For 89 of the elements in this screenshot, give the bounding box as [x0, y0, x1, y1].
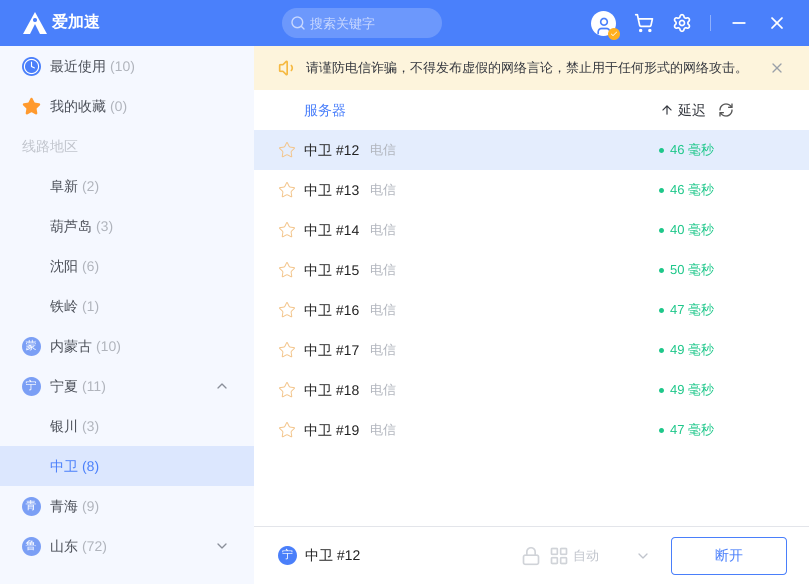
item-count: (8): [82, 456, 100, 476]
latency-value: 46 毫秒: [670, 141, 714, 160]
item-label: 山东: [50, 536, 78, 556]
sidebar-item[interactable]: 我的收藏 (0): [0, 86, 254, 126]
clock-icon: [22, 56, 40, 76]
item-label: 银川: [50, 416, 78, 436]
sidebar-item[interactable]: 铁岭 (1): [0, 286, 254, 326]
sidebar-item[interactable]: 银川 (3): [0, 406, 254, 446]
region-badge: 鲁: [22, 536, 40, 556]
item-label: 沈阳: [50, 256, 78, 276]
latency-value: 46 毫秒: [670, 181, 714, 200]
sidebar-item[interactable]: 阜新 (2): [0, 166, 254, 206]
refresh-icon[interactable]: [718, 102, 734, 118]
sidebar-item[interactable]: 宁 宁夏 (11): [0, 366, 254, 406]
sidebar-item[interactable]: 葫芦岛 (3): [0, 206, 254, 246]
region-badge: 蒙: [22, 336, 40, 356]
latency-value: 40 毫秒: [670, 221, 714, 240]
item-label: 阜新: [50, 176, 78, 196]
region-badge: 宁: [278, 546, 297, 565]
item-count: (0): [110, 96, 128, 116]
latency-value: 47 毫秒: [670, 301, 714, 320]
search-icon: [290, 15, 306, 31]
item-label: 葫芦岛: [50, 216, 92, 236]
isp-label: 电信: [370, 381, 397, 400]
cart-icon[interactable]: [634, 13, 654, 33]
server-name: 中卫 #15: [304, 260, 360, 280]
sidebar-item[interactable]: 青 青海 (9): [0, 486, 254, 526]
grid-icon: [549, 546, 569, 566]
isp-label: 电信: [370, 181, 397, 200]
notice-text: 请谨防电信诈骗，不得发布虚假的网络言论，禁止用于任何形式的网络攻击。: [306, 59, 749, 78]
item-count: (1): [82, 296, 100, 316]
isp-label: 电信: [370, 141, 397, 160]
isp-label: 电信: [370, 301, 397, 320]
item-count: (3): [96, 216, 114, 236]
item-label: 青海: [50, 496, 78, 516]
sidebar-item[interactable]: 鲁 山东 (72): [0, 526, 254, 566]
star-icon[interactable]: [278, 381, 296, 399]
isp-label: 电信: [370, 221, 397, 240]
item-label: 最近使用: [50, 56, 106, 76]
latency-value: 50 毫秒: [670, 261, 714, 280]
server-name: 中卫 #19: [304, 420, 360, 440]
item-count: (9): [82, 496, 100, 516]
item-count: (10): [110, 56, 135, 76]
server-name: 中卫 #18: [304, 380, 360, 400]
column-header[interactable]: 服务器: [304, 100, 660, 120]
latency-value: 47 毫秒: [670, 421, 714, 440]
disconnect-button[interactable]: 断开: [671, 536, 787, 574]
star-icon: [22, 96, 40, 116]
region-badge: 宁: [22, 376, 40, 396]
item-count: (11): [82, 376, 106, 396]
item-label: 我的收藏: [50, 96, 106, 116]
item-label: 铁岭: [50, 296, 78, 316]
logo-icon: [22, 11, 48, 35]
star-icon[interactable]: [278, 141, 296, 159]
item-count: (72): [82, 536, 107, 556]
item-label: 宁夏: [50, 376, 78, 396]
server-name: 中卫 #12: [304, 140, 360, 160]
star-icon[interactable]: [278, 181, 296, 199]
sidebar-item[interactable]: 沈阳 (6): [0, 246, 254, 286]
item-count: (2): [82, 176, 100, 196]
lock-icon[interactable]: [521, 546, 541, 566]
app-name: 爱加速: [52, 12, 100, 33]
item-count: (3): [82, 416, 100, 436]
server-name: 中卫 #14: [304, 220, 360, 240]
isp-label: 电信: [370, 261, 397, 280]
region-badge: 青: [22, 496, 40, 516]
item-count: (6): [82, 256, 100, 276]
server-name: 中卫 #16: [304, 300, 360, 320]
star-icon[interactable]: [278, 341, 296, 359]
column-header[interactable]: 延迟: [660, 100, 706, 120]
server-name: 中卫 #12: [305, 546, 362, 565]
sidebar-item[interactable]: 蒙 内蒙古 (10): [0, 326, 254, 366]
server-name: 中卫 #13: [304, 180, 360, 200]
item-label: 内蒙古: [50, 336, 92, 356]
star-icon[interactable]: [278, 421, 296, 439]
star-icon[interactable]: [278, 221, 296, 239]
item-count: (10): [96, 336, 121, 356]
latency-value: 49 毫秒: [670, 341, 714, 360]
isp-label: 电信: [370, 421, 397, 440]
star-icon[interactable]: [278, 301, 296, 319]
latency-value: 49 毫秒: [670, 381, 714, 400]
item-label: 中卫: [50, 456, 78, 476]
settings-icon[interactable]: [672, 13, 692, 33]
sidebar-item[interactable]: 最近使用 (10): [0, 46, 254, 86]
search-field[interactable]: 搜索关键字: [282, 8, 442, 38]
star-icon[interactable]: [278, 261, 296, 279]
server-row[interactable]: 中卫 #12 电信 46 毫秒: [254, 130, 809, 170]
server-name: 中卫 #17: [304, 340, 360, 360]
isp-label: 电信: [370, 341, 397, 360]
